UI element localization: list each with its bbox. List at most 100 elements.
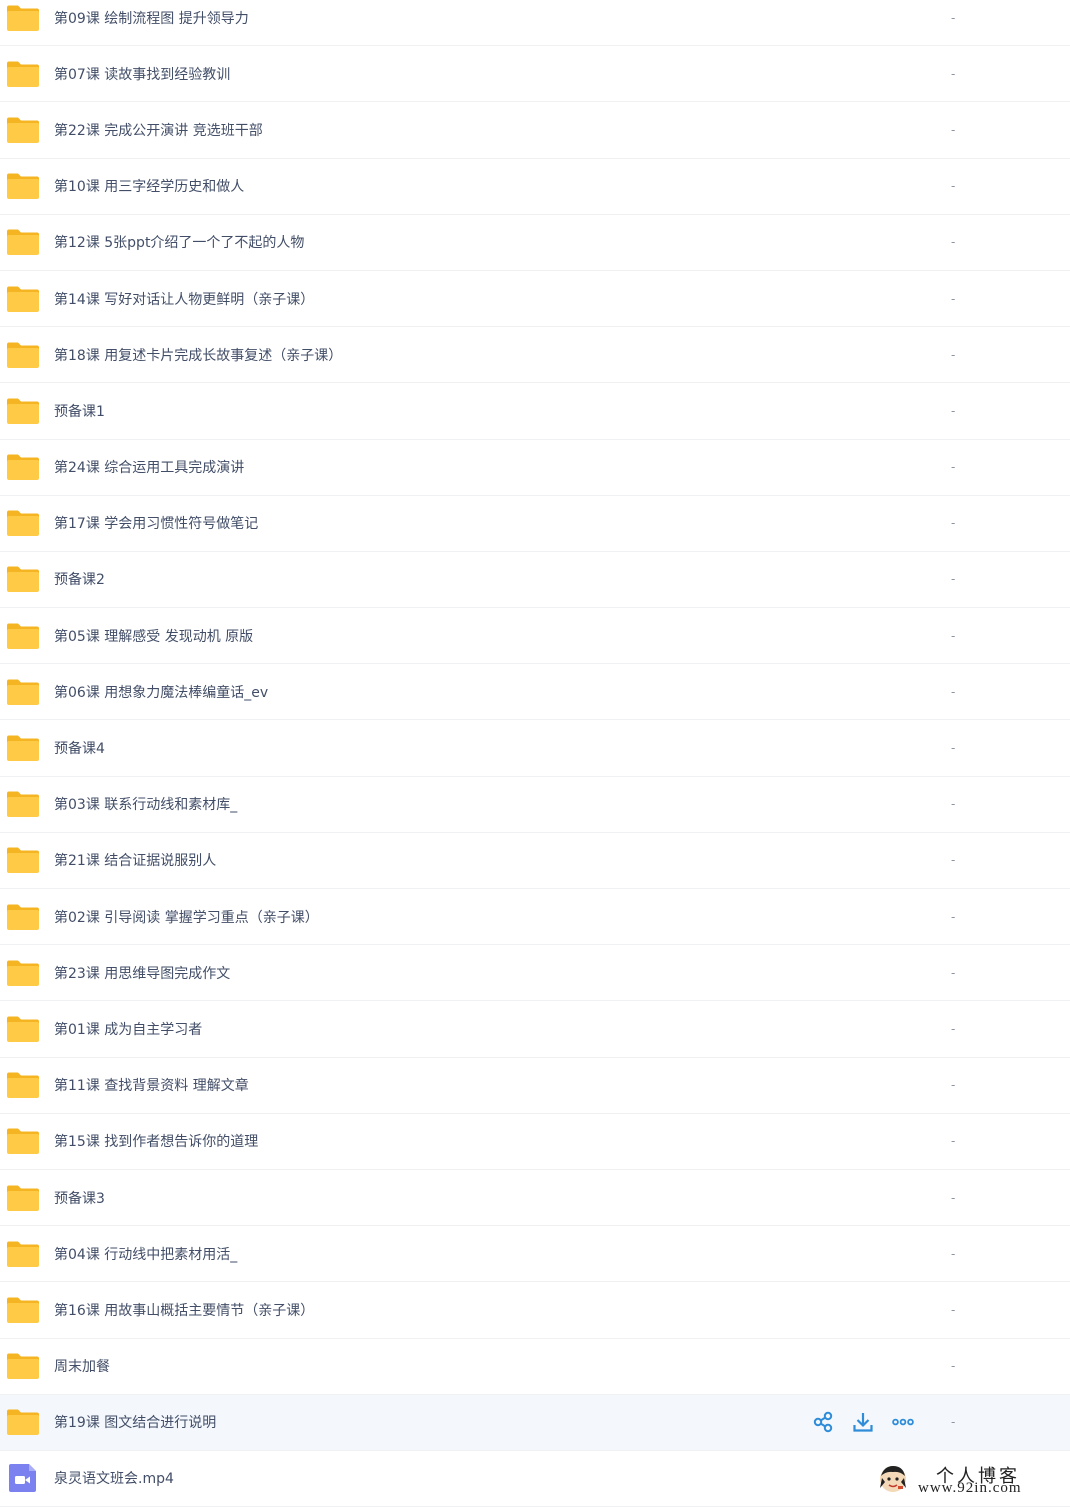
download-icon[interactable] [852, 1411, 874, 1433]
folder-row[interactable]: 第10课 用三字经学历史和做人 - [0, 158, 1070, 215]
folder-icon [7, 173, 39, 200]
folder-icon [7, 735, 39, 762]
file-size: - [951, 235, 956, 250]
folder-icon [7, 342, 39, 368]
folder-icon [7, 623, 39, 649]
folder-icon [7, 791, 39, 818]
folder-icon [7, 679, 39, 705]
file-name[interactable]: 第24课 综合运用工具完成演讲 [54, 457, 244, 477]
file-name[interactable]: 第05课 理解感受 发现动机 原版 [54, 626, 253, 646]
file-name[interactable]: 第12课 5张ppt介绍了一个了不起的人物 [54, 232, 304, 252]
folder-row[interactable]: 第12课 5张ppt介绍了一个了不起的人物 - [0, 214, 1070, 271]
folder-icon [7, 5, 39, 31]
folder-row[interactable]: 第23课 用思维导图完成作文 - [0, 945, 1070, 1002]
folder-row[interactable]: 第19课 图文结合进行说明 - [0, 1394, 1070, 1451]
video-file-icon [9, 1464, 36, 1493]
file-size: - [951, 460, 956, 475]
folder-row[interactable]: 第03课 联系行动线和素材库_ - [0, 776, 1070, 833]
folder-icon [7, 61, 39, 87]
watermark-url: www.92in.com [918, 1480, 1022, 1496]
file-name[interactable]: 第07课 读故事找到经验教训 [54, 64, 230, 84]
file-size: - [951, 291, 956, 306]
folder-icon [7, 847, 39, 874]
file-size: - [951, 516, 956, 531]
folder-row[interactable]: 第17课 学会用习惯性符号做笔记 - [0, 495, 1070, 552]
file-size: - [951, 741, 956, 756]
folder-row[interactable]: 第02课 引导阅读 掌握学习重点（亲子课） - [0, 889, 1070, 946]
file-size: - [951, 797, 956, 812]
folder-icon [7, 1297, 39, 1323]
folder-row[interactable]: 预备课1 - [0, 383, 1070, 440]
file-name[interactable]: 第18课 用复述卡片完成长故事复述（亲子课） [54, 345, 342, 365]
folder-row[interactable]: 第22课 完成公开演讲 竞选班干部 - [0, 102, 1070, 159]
folder-icon [7, 398, 39, 424]
file-name[interactable]: 第19课 图文结合进行说明 [54, 1412, 216, 1432]
folder-row[interactable]: 第11课 查找背景资料 理解文章 - [0, 1057, 1070, 1114]
folder-row[interactable]: 第07课 读故事找到经验教训 - [0, 46, 1070, 103]
file-name[interactable]: 预备课3 [54, 1188, 105, 1208]
file-size: - [951, 1359, 956, 1374]
file-size: - [951, 853, 956, 868]
folder-row[interactable]: 周末加餐 - [0, 1338, 1070, 1395]
avatar-icon [880, 1466, 906, 1492]
file-size: - [951, 403, 956, 418]
more-icon[interactable] [892, 1411, 914, 1433]
folder-row[interactable]: 第16课 用故事山概括主要情节（亲子课） - [0, 1282, 1070, 1339]
file-name[interactable]: 预备课1 [54, 401, 105, 421]
file-name[interactable]: 第03课 联系行动线和素材库_ [54, 794, 237, 814]
row-actions [812, 1411, 914, 1433]
file-size: - [951, 122, 956, 137]
file-size: - [951, 1021, 956, 1036]
file-size: - [951, 66, 956, 81]
folder-row[interactable]: 第18课 用复述卡片完成长故事复述（亲子课） - [0, 327, 1070, 384]
file-name[interactable]: 第15课 找到作者想告诉你的道理 [54, 1131, 258, 1151]
file-name[interactable]: 周末加餐 [54, 1356, 110, 1376]
file-size: - [951, 10, 956, 25]
file-name[interactable]: 第16课 用故事山概括主要情节（亲子课） [54, 1300, 314, 1320]
folder-row[interactable]: 预备课2 - [0, 551, 1070, 609]
file-size: - [951, 684, 956, 699]
folder-row[interactable]: 第06课 用想象力魔法棒编童话_ev - [0, 664, 1070, 721]
file-name[interactable]: 第04课 行动线中把素材用活_ [54, 1244, 237, 1264]
folder-row[interactable]: 第21课 结合证据说服别人 - [0, 832, 1070, 889]
file-size: - [951, 1190, 956, 1205]
file-name[interactable]: 第06课 用想象力魔法棒编童话_ev [54, 682, 268, 702]
file-name[interactable]: 第23课 用思维导图完成作文 [54, 963, 230, 983]
folder-row[interactable]: 第24课 综合运用工具完成演讲 - [0, 439, 1070, 496]
file-name[interactable]: 第10课 用三字经学历史和做人 [54, 176, 244, 196]
file-name[interactable]: 预备课4 [54, 738, 105, 758]
file-name[interactable]: 预备课2 [54, 569, 105, 589]
folder-icon [7, 454, 39, 481]
folder-row[interactable]: 第15课 找到作者想告诉你的道理 - [0, 1113, 1070, 1170]
file-name[interactable]: 第01课 成为自主学习者 [54, 1019, 202, 1039]
file-name[interactable]: 第17课 学会用习惯性符号做笔记 [54, 513, 258, 533]
folder-row[interactable]: 第04课 行动线中把素材用活_ - [0, 1226, 1070, 1283]
file-size: - [951, 1078, 956, 1093]
file-size: - [951, 572, 956, 587]
folder-row[interactable]: 第09课 绘制流程图 提升领导力 - [0, 0, 1070, 47]
file-name[interactable]: 第22课 完成公开演讲 竞选班干部 [54, 120, 263, 140]
file-name[interactable]: 第21课 结合证据说服别人 [54, 850, 216, 870]
folder-icon [7, 1241, 39, 1267]
folder-icon [7, 229, 39, 256]
file-size: - [951, 628, 956, 643]
folder-icon [7, 960, 39, 986]
folder-icon [7, 286, 39, 312]
folder-row[interactable]: 第14课 写好对话让人物更鲜明（亲子课） - [0, 270, 1070, 328]
folder-icon [7, 566, 39, 593]
folder-row[interactable]: 第05课 理解感受 发现动机 原版 - [0, 608, 1070, 665]
file-name[interactable]: 第02课 引导阅读 掌握学习重点（亲子课） [54, 907, 319, 927]
share-icon[interactable] [812, 1411, 834, 1433]
file-size: - [951, 1302, 956, 1317]
file-name[interactable]: 第11课 查找背景资料 理解文章 [54, 1075, 249, 1095]
file-size: - [951, 179, 956, 194]
file-name[interactable]: 第14课 写好对话让人物更鲜明（亲子课） [54, 289, 314, 309]
file-name[interactable]: 第09课 绘制流程图 提升领导力 [54, 8, 249, 28]
file-name[interactable]: 泉灵语文班会.mp4 [54, 1468, 174, 1488]
folder-icon [7, 1353, 39, 1380]
folder-icon [7, 510, 39, 537]
folder-row[interactable]: 预备课3 - [0, 1169, 1070, 1227]
watermark: 个人博客 www.92in.com [878, 1462, 1058, 1498]
folder-row[interactable]: 预备课4 - [0, 720, 1070, 777]
folder-row[interactable]: 第01课 成为自主学习者 - [0, 1001, 1070, 1058]
